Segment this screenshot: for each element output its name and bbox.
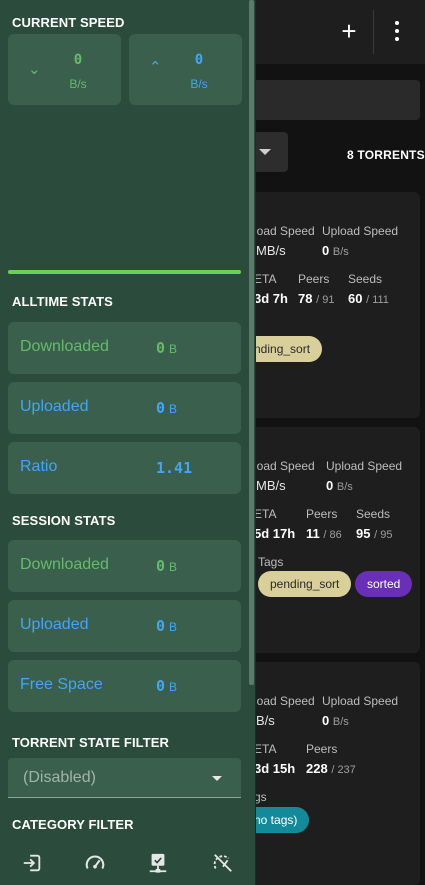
state-filter-value: (Disabled) — [23, 769, 96, 786]
seeds-value: 60 / 111 — [348, 291, 389, 306]
alltime-ratio: Ratio 1.41 — [8, 442, 241, 494]
download-speed-tile: ⌄ 0 B/s — [8, 34, 121, 105]
upload-speed-label: Upload Speed — [326, 459, 403, 473]
eta-value: 3d 7h — [254, 291, 288, 306]
session-downloaded: Downloaded 0B — [8, 540, 241, 592]
stat-value: 0B — [156, 399, 178, 417]
upload-speed-label: Upload Speed — [322, 224, 399, 238]
more-vert-icon[interactable] — [388, 17, 406, 47]
add-torrent-icon[interactable]: + — [336, 16, 362, 46]
peers-value: 78 / 91 — [298, 291, 335, 306]
eta-label: ETA — [254, 742, 277, 756]
upload-speed-value: 0 B/s — [322, 713, 349, 728]
state-filter-title: TORRENT STATE FILTER — [12, 735, 170, 750]
stat-label: Downloaded — [20, 556, 109, 573]
eta-value: 5d 17h — [254, 526, 296, 541]
peers-label: Peers — [306, 742, 338, 756]
download-speed-label: load Speed — [254, 459, 315, 473]
upload-speed-value: 0 — [194, 52, 204, 68]
logout-icon[interactable] — [21, 852, 43, 874]
download-speed-unit: B/s — [69, 77, 87, 91]
torrent-card[interactable]: load Speed Upload Speed MB/s 0 B/s ETA P… — [240, 427, 420, 653]
stat-label: Free Space — [20, 676, 103, 693]
download-speed-value: MB/s — [256, 243, 286, 258]
eta-label: ETA — [254, 507, 277, 521]
server-network-icon[interactable] — [147, 852, 169, 874]
chevron-up-icon: ⌃ — [149, 59, 162, 76]
session-uploaded: Uploaded 0B — [8, 600, 241, 652]
seeds-value: 95 / 95 — [356, 526, 393, 541]
session-free-space: Free Space 0B — [8, 660, 241, 712]
download-speed-label: load Speed — [254, 224, 315, 238]
peers-label: Peers — [298, 272, 330, 286]
seeds-label: Seeds — [348, 272, 383, 286]
category-filter-title: CATEGORY FILTER — [12, 817, 134, 832]
divider — [373, 10, 374, 54]
stat-value: 1.41 — [156, 459, 193, 477]
current-speed-title: CURRENT SPEED — [12, 15, 125, 30]
eta-label: ETA — [254, 272, 277, 286]
upload-speed-value: 0 B/s — [322, 243, 349, 258]
peers-value: 11 / 86 — [306, 526, 342, 541]
torrent-card[interactable]: load Speed Upload Speed B/s 0 B/s ETA Pe… — [240, 662, 420, 885]
drawer-footer — [0, 838, 255, 885]
upload-speed-value: 0 B/s — [326, 478, 353, 493]
download-speed-value: 0 — [73, 52, 83, 68]
torrent-count: 8 TORRENTS — [347, 148, 425, 162]
stat-value: 0B — [156, 339, 178, 357]
stat-value: 0B — [156, 617, 178, 635]
chevron-down-icon — [212, 776, 222, 781]
torrent-card[interactable]: load Speed Upload Speed MB/s 0 B/s ETA P… — [240, 192, 420, 418]
stat-label: Uploaded — [20, 616, 89, 633]
session-stats-title: SESSION STATS — [12, 513, 116, 528]
search-input[interactable] — [240, 80, 420, 120]
speed-limit-off-icon[interactable] — [212, 852, 234, 874]
tag-chip[interactable]: pending_sort — [258, 571, 352, 597]
stat-value: 0B — [156, 557, 178, 575]
drawer-scrollbar[interactable] — [249, 0, 254, 685]
chevron-down-icon: ⌄ — [28, 61, 41, 78]
stat-value: 0B — [156, 677, 178, 695]
progress-bar — [8, 270, 241, 274]
alltime-uploaded: Uploaded 0B — [8, 382, 241, 434]
tags-label: Tags — [258, 555, 284, 569]
peers-label: Peers — [306, 507, 338, 521]
upload-speed-unit: B/s — [190, 77, 208, 91]
state-filter-select[interactable]: (Disabled) — [8, 758, 241, 798]
stat-label: Ratio — [20, 458, 58, 475]
upload-speed-label: Upload Speed — [322, 694, 399, 708]
download-speed-value: MB/s — [256, 478, 286, 493]
alltime-downloaded: Downloaded 0B — [8, 322, 241, 374]
download-speed-value: B/s — [256, 713, 275, 728]
stat-label: Uploaded — [20, 398, 89, 415]
eta-value: 3d 15h — [254, 761, 296, 776]
alltime-stats-title: ALLTIME STATS — [12, 294, 113, 309]
stat-label: Downloaded — [20, 338, 109, 355]
upload-speed-tile: ⌃ 0 B/s — [129, 34, 242, 105]
tag-chip[interactable]: sorted — [355, 571, 413, 597]
seeds-label: Seeds — [356, 507, 391, 521]
speedometer-icon[interactable] — [84, 852, 106, 874]
navigation-drawer: CURRENT SPEED ⌄ 0 B/s ⌃ 0 B/s ALLTIME ST… — [0, 0, 256, 885]
chevron-down-icon — [259, 149, 271, 155]
download-speed-label: load Speed — [254, 694, 315, 708]
peers-value: 228 / 237 — [306, 761, 356, 776]
